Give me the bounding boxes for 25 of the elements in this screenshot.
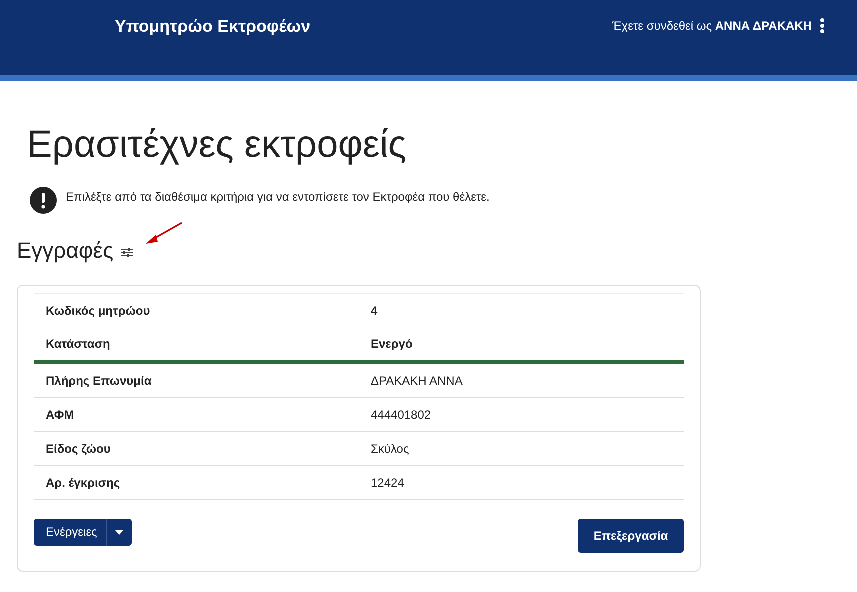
alert-icon [30,187,57,214]
field-label: Κωδικός μητρώου [46,304,152,318]
section-title: Εγγραφές [17,238,114,264]
filter-sliders-icon[interactable] [120,248,133,258]
field-value: ΔΡΑΚΑΚΗ ΑΝΝΑ [371,374,463,388]
field-label: Κατάσταση [46,336,112,350]
annotation-arrow [144,222,184,246]
logged-in-user: Έχετε συνδεθεί ως ΑΝΝΑ ΔΡΑΚΑΚΗ [612,19,812,33]
field-label: Είδος ζώου [46,442,112,456]
field-value: Ενεργό [371,336,413,350]
actions-button[interactable]: Ενέργειες [34,519,108,546]
app-title: Υπομητρώο Εκτροφέων [115,17,311,37]
field-label: Πλήρης Επωνυμία [46,374,153,388]
more-menu-icon[interactable] [820,18,825,34]
actions-split-button[interactable]: Ενέργειες [34,519,132,546]
page-title: Ερασιτέχνες εκτροφείς [27,123,408,167]
field-value: Σκύλος [371,442,410,456]
edit-button[interactable]: Επεξεργασία [578,519,684,553]
field-value: 12424 [371,476,404,490]
caret-icon[interactable] [115,530,124,535]
info-text: Επιλέξτε από τα διαθέσιμα κριτήρια για να εντοπίσετε τον Εκτροφέα που θέλετε. [66,190,490,204]
field-value: 4 [371,304,378,318]
field-label: Αρ. έγκρισης [46,476,122,490]
field-label: ΑΦΜ [46,408,76,422]
field-value: 444401802 [371,408,432,422]
